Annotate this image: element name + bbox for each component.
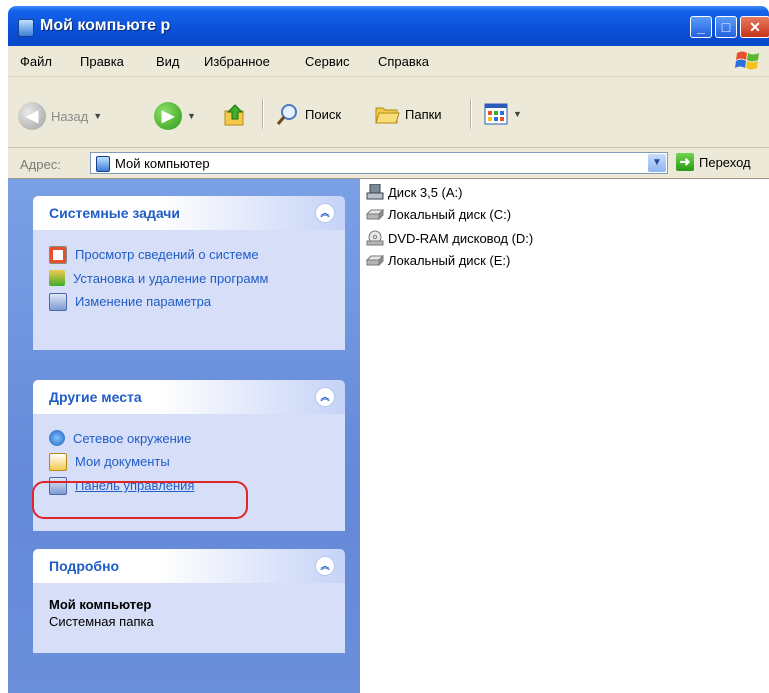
place-label: Сетевое окружение (73, 431, 192, 446)
task-label: Просмотр сведений о системе (75, 247, 259, 262)
address-input[interactable]: Мой компьютер ▼ (90, 152, 668, 174)
panel-title: Другие места (49, 389, 142, 405)
title-bar[interactable]: Мой компьюте р _ □ ✕ (8, 6, 769, 46)
views-icon (484, 103, 508, 125)
up-folder-button[interactable] (222, 102, 248, 128)
views-dropdown-icon[interactable]: ▼ (513, 109, 522, 119)
menu-tools[interactable]: Сервис (305, 54, 350, 69)
task-view-system-info[interactable]: Просмотр сведений о системе (49, 246, 331, 264)
search-label: Поиск (305, 106, 342, 122)
details-description: Системная папка (49, 614, 154, 629)
floppy-drive-icon (366, 184, 384, 200)
menu-help[interactable]: Справка (378, 54, 429, 69)
control-panel-icon (49, 293, 67, 311)
system-info-icon (49, 246, 67, 264)
drive-list: Диск 3,5 (A:) Локальный диск (C:) DVD-RA… (360, 179, 769, 693)
place-my-documents[interactable]: Мои документы (49, 453, 331, 471)
back-button[interactable]: ◀ Назад ▼ (18, 102, 102, 130)
menu-bar: Файл Правка Вид Избранное Сервис Справка (8, 46, 769, 77)
other-places-header[interactable]: Другие места ︽ (33, 380, 345, 414)
details-header[interactable]: Подробно ︽ (33, 549, 345, 583)
toolbar: ◀ Назад ▼ ▶ ▼ Поиск Папки ▼ (8, 77, 769, 148)
system-tasks-header[interactable]: Системные задачи ︽ (33, 196, 345, 230)
forward-arrow-icon: ▶ (154, 102, 182, 130)
drive-item[interactable]: Локальный диск (C:) (366, 207, 511, 222)
back-arrow-icon: ◀ (18, 102, 46, 130)
back-label: Назад (51, 108, 89, 124)
system-tasks-panel: Системные задачи ︽ Просмотр сведений о с… (33, 196, 345, 350)
window-title: Мой компьюте р (40, 17, 171, 34)
task-label: Установка и удаление программ (73, 271, 269, 286)
details-panel: Подробно ︽ Мой компьютер Системная папка (33, 549, 345, 653)
task-add-remove-programs[interactable]: Установка и удаление программ (49, 270, 331, 287)
system-tasks-body: Просмотр сведений о системе Установка и … (33, 230, 345, 350)
task-label: Изменение параметра (75, 294, 212, 309)
panel-title: Подробно (49, 558, 120, 574)
search-icon (276, 104, 297, 125)
views-button[interactable]: ▼ (484, 103, 522, 125)
address-bar: Адрес: Мой компьютер ▼ ➜ Переход (8, 148, 769, 179)
drive-label: DVD-RAM дисковод (D:) (388, 230, 534, 246)
go-label: Переход (699, 154, 751, 170)
maximize-button[interactable]: □ (715, 16, 737, 38)
go-arrow-icon: ➜ (676, 153, 694, 171)
computer-icon (96, 156, 110, 172)
documents-folder-icon (49, 453, 67, 471)
drive-item[interactable]: Локальный диск (E:) (366, 253, 510, 268)
address-label: Адрес: (20, 157, 61, 172)
folders-label: Папки (405, 106, 442, 122)
explorer-window: Мой компьюте р _ □ ✕ Файл Правка Вид Изб… (0, 0, 769, 693)
panel-title: Системные задачи (49, 205, 181, 221)
address-value: Мой компьютер (115, 156, 210, 171)
details-name: Мой компьютер (49, 597, 152, 612)
back-dropdown-icon[interactable]: ▼ (93, 111, 102, 121)
details-body: Мой компьютер Системная папка (33, 583, 345, 653)
dvd-drive-icon (366, 230, 384, 246)
place-network[interactable]: Сетевое окружение (49, 430, 331, 447)
annotation-highlight (32, 481, 248, 519)
collapse-icon[interactable]: ︽ (315, 387, 335, 407)
search-button[interactable]: Поиск (276, 102, 341, 126)
collapse-icon[interactable]: ︽ (315, 203, 335, 223)
drive-item[interactable]: Диск 3,5 (A:) (366, 184, 463, 200)
go-button[interactable]: ➜ Переход (676, 153, 751, 171)
menu-edit[interactable]: Правка (80, 54, 124, 69)
hard-disk-icon (366, 208, 384, 220)
add-remove-programs-icon (49, 270, 65, 286)
close-button[interactable]: ✕ (740, 16, 769, 38)
computer-icon (18, 19, 34, 37)
folders-button[interactable]: Папки (374, 102, 442, 126)
collapse-icon[interactable]: ︽ (315, 556, 335, 576)
address-dropdown-icon[interactable]: ▼ (648, 154, 666, 172)
place-label: Мои документы (75, 454, 170, 469)
hard-disk-icon (366, 254, 384, 266)
windows-logo-icon (735, 51, 759, 70)
folders-icon (375, 107, 400, 124)
forward-dropdown-icon[interactable]: ▼ (187, 111, 196, 121)
drive-item[interactable]: DVD-RAM дисковод (D:) (366, 230, 533, 246)
drive-label: Диск 3,5 (A:) (388, 184, 463, 200)
forward-button[interactable]: ▶ ▼ (154, 102, 196, 130)
drive-label: Локальный диск (C:) (388, 207, 512, 222)
task-pane: Системные задачи ︽ Просмотр сведений о с… (8, 179, 360, 693)
minimize-button[interactable]: _ (690, 16, 712, 38)
task-change-setting[interactable]: Изменение параметра (49, 293, 331, 311)
menu-file[interactable]: Файл (20, 54, 52, 69)
drive-label: Локальный диск (E:) (388, 253, 511, 268)
folder-up-icon (224, 104, 244, 126)
menu-view[interactable]: Вид (156, 54, 180, 69)
network-icon (49, 430, 65, 446)
menu-favorites[interactable]: Избранное (204, 54, 270, 69)
